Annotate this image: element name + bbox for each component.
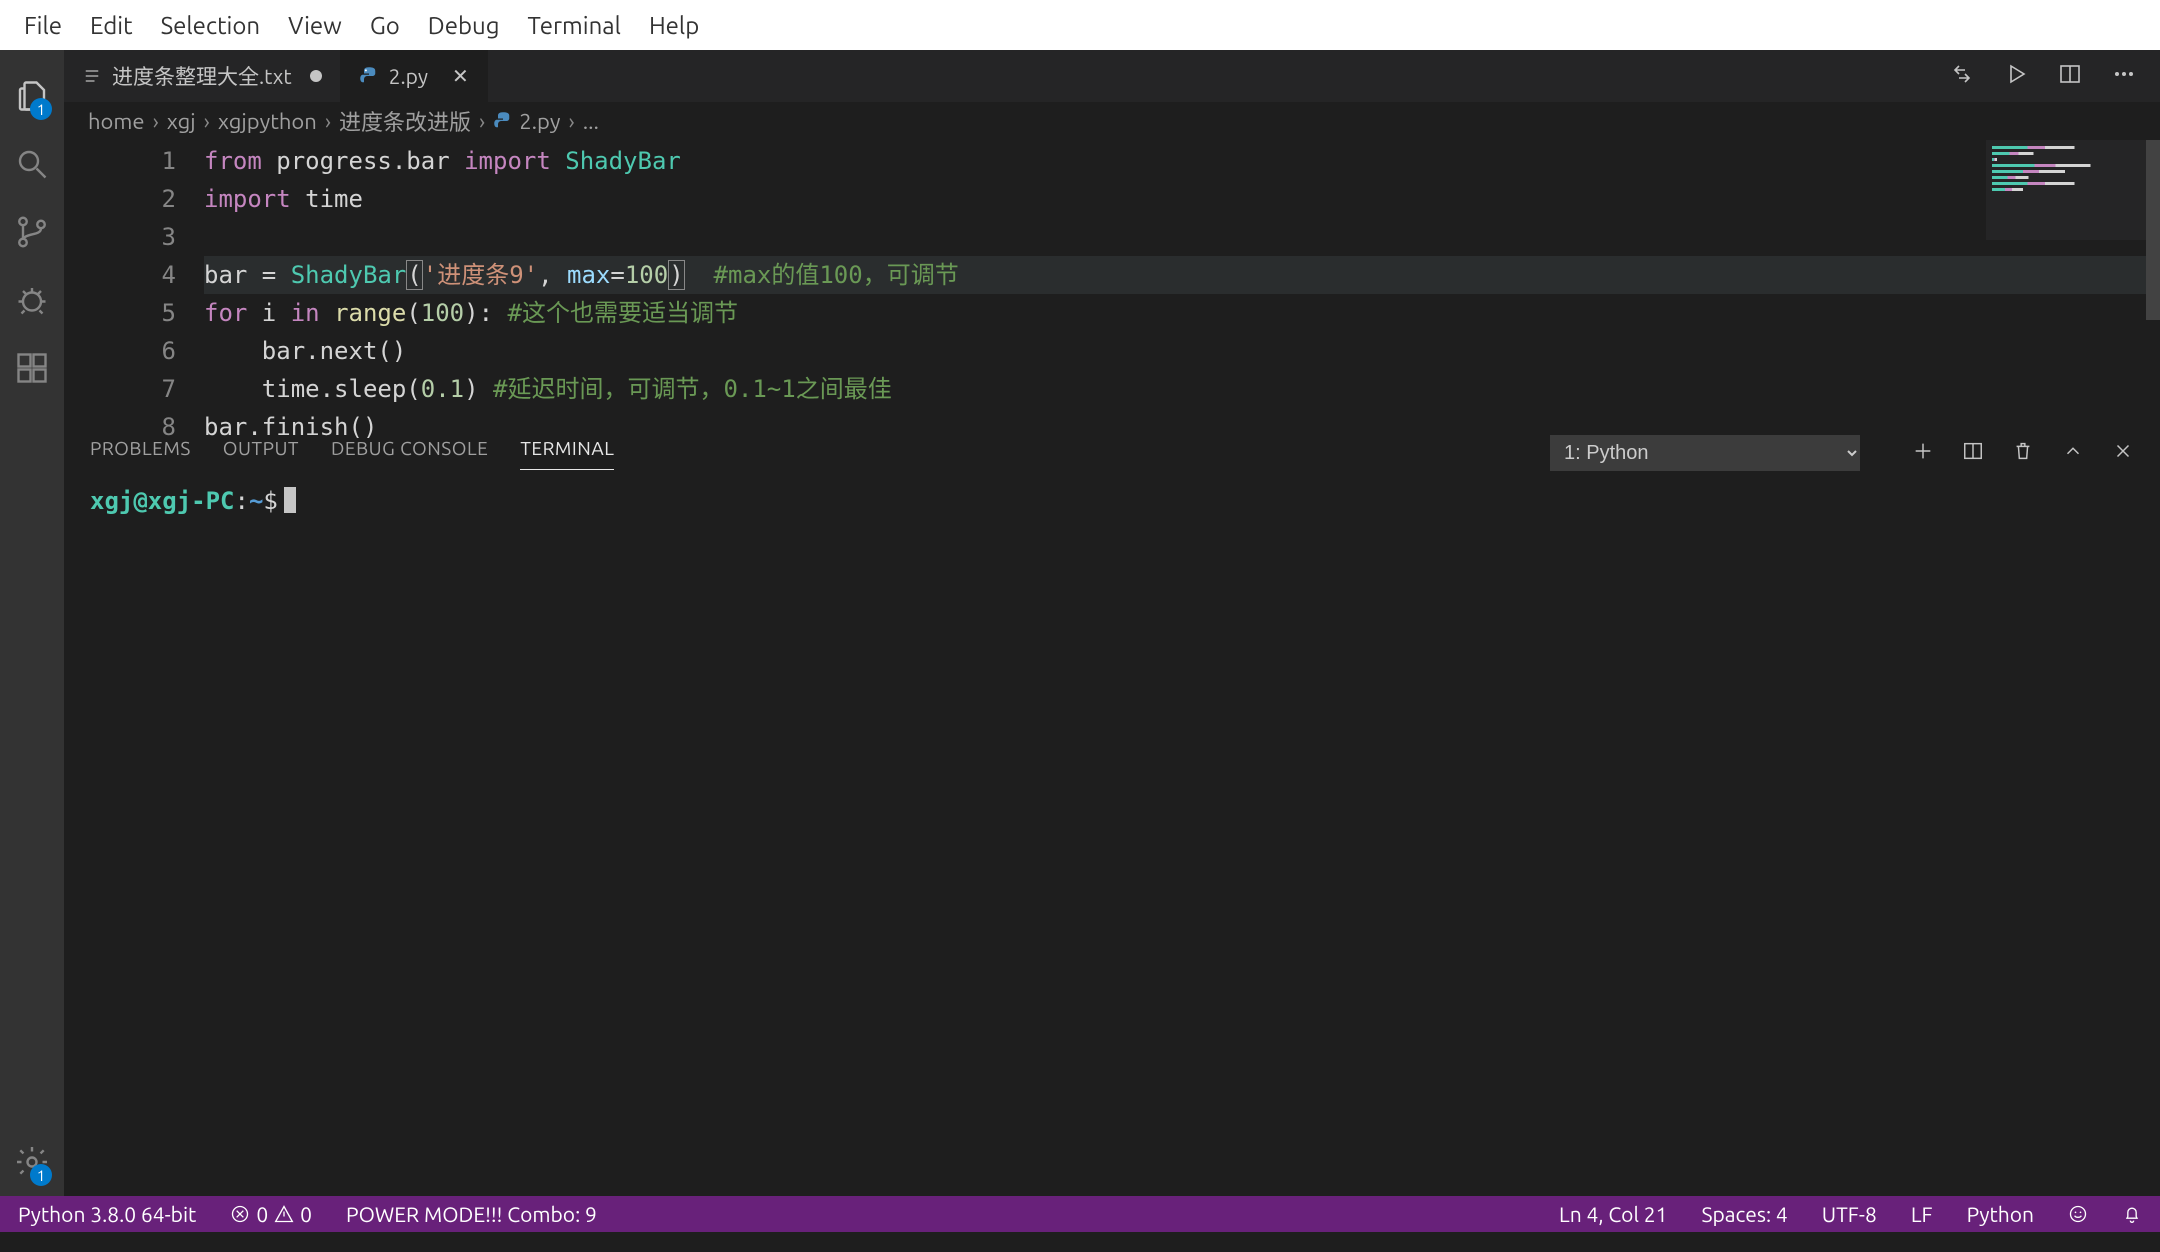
play-icon xyxy=(2004,62,2028,86)
explorer-badge: 1 xyxy=(30,98,52,120)
status-bar: Python 3.8.0 64-bit 0 0 POWER MODE!!! Co… xyxy=(0,1196,2160,1232)
tab-label: 进度条整理大全.txt xyxy=(112,61,292,91)
activity-bar: 1 1 xyxy=(0,50,64,1196)
close-icon[interactable]: ✕ xyxy=(452,64,469,88)
code-editor[interactable]: 12345678 from progress.bar import ShadyB… xyxy=(64,140,2160,428)
extensions-icon xyxy=(14,350,50,386)
status-indentation[interactable]: Spaces: 4 xyxy=(1697,1202,1791,1226)
breadcrumb-part[interactable]: 2.py xyxy=(493,109,560,134)
minimap[interactable] xyxy=(1986,140,2146,240)
breadcrumb-part[interactable]: 进度条改进版 xyxy=(339,105,471,137)
terminal-path: ~ xyxy=(249,487,263,515)
menu-bar: File Edit Selection View Go Debug Termin… xyxy=(0,0,2160,50)
compare-icon xyxy=(1950,62,1974,86)
status-notifications[interactable] xyxy=(2118,1204,2146,1224)
line-number-gutter: 12345678 xyxy=(64,140,204,428)
error-icon xyxy=(230,1204,250,1224)
ellipsis-icon xyxy=(2112,62,2136,86)
smiley-icon xyxy=(2068,1204,2088,1224)
status-python-interpreter[interactable]: Python 3.8.0 64-bit xyxy=(14,1202,200,1226)
breadcrumb-part[interactable]: home xyxy=(88,109,145,134)
split-editor-button[interactable] xyxy=(2058,62,2082,90)
search-icon xyxy=(14,146,50,182)
bottom-panel: PROBLEMS OUTPUT DEBUG CONSOLE TERMINAL 1… xyxy=(64,428,2160,1196)
tab-file-py[interactable]: 2.py ✕ xyxy=(341,50,488,102)
breadcrumb[interactable]: home› xgj› xgjpython› 进度条改进版› 2.py › ... xyxy=(64,102,2160,140)
breadcrumb-part[interactable]: ... xyxy=(583,109,599,134)
warning-icon xyxy=(274,1204,294,1224)
editor-scrollbar[interactable] xyxy=(2146,140,2160,428)
python-file-icon xyxy=(359,66,379,86)
status-cursor-position[interactable]: Ln 4, Col 21 xyxy=(1555,1202,1671,1226)
activity-extensions[interactable] xyxy=(8,334,56,402)
git-branch-icon xyxy=(14,214,50,250)
compare-changes-button[interactable] xyxy=(1950,62,1974,90)
activity-debug[interactable] xyxy=(8,266,56,334)
status-language[interactable]: Python xyxy=(1963,1202,2038,1226)
text-file-icon xyxy=(82,66,102,86)
breadcrumb-part[interactable]: xgjpython xyxy=(218,109,317,134)
activity-explorer[interactable]: 1 xyxy=(8,62,56,130)
dirty-indicator-icon xyxy=(310,70,322,82)
activity-search[interactable] xyxy=(8,130,56,198)
status-power-mode[interactable]: POWER MODE!!! Combo: 9 xyxy=(342,1202,601,1226)
menu-view[interactable]: View xyxy=(274,12,356,39)
python-file-icon xyxy=(493,111,513,131)
status-feedback[interactable] xyxy=(2064,1204,2092,1224)
terminal-cursor xyxy=(284,487,296,513)
activity-settings[interactable]: 1 xyxy=(8,1128,56,1196)
terminal-content[interactable]: xgj@xgj-PC:~$ xyxy=(64,477,2160,1196)
menu-edit[interactable]: Edit xyxy=(76,12,147,39)
activity-source-control[interactable] xyxy=(8,198,56,266)
menu-debug[interactable]: Debug xyxy=(414,12,514,39)
breadcrumb-part[interactable]: xgj xyxy=(167,109,196,134)
run-file-button[interactable] xyxy=(2004,62,2028,90)
status-problems[interactable]: 0 0 xyxy=(226,1202,316,1226)
more-actions-button[interactable] xyxy=(2112,62,2136,90)
menu-go[interactable]: Go xyxy=(356,12,414,39)
menu-selection[interactable]: Selection xyxy=(147,12,275,39)
status-eol[interactable]: LF xyxy=(1907,1202,1937,1226)
terminal-user: xgj@xgj-PC xyxy=(90,487,235,515)
menu-file[interactable]: File xyxy=(10,12,76,39)
menu-help[interactable]: Help xyxy=(635,12,713,39)
bell-icon xyxy=(2122,1204,2142,1224)
tab-label: 2.py xyxy=(389,64,428,88)
status-encoding[interactable]: UTF-8 xyxy=(1818,1202,1881,1226)
tab-file-txt[interactable]: 进度条整理大全.txt xyxy=(64,50,341,102)
split-icon xyxy=(2058,62,2082,86)
bug-icon xyxy=(14,282,50,318)
editor-tabs: 进度条整理大全.txt 2.py ✕ xyxy=(64,50,2160,102)
settings-badge: 1 xyxy=(30,1164,52,1186)
menu-terminal[interactable]: Terminal xyxy=(514,12,635,39)
code-content[interactable]: from progress.bar import ShadyBarimport … xyxy=(204,140,2160,428)
